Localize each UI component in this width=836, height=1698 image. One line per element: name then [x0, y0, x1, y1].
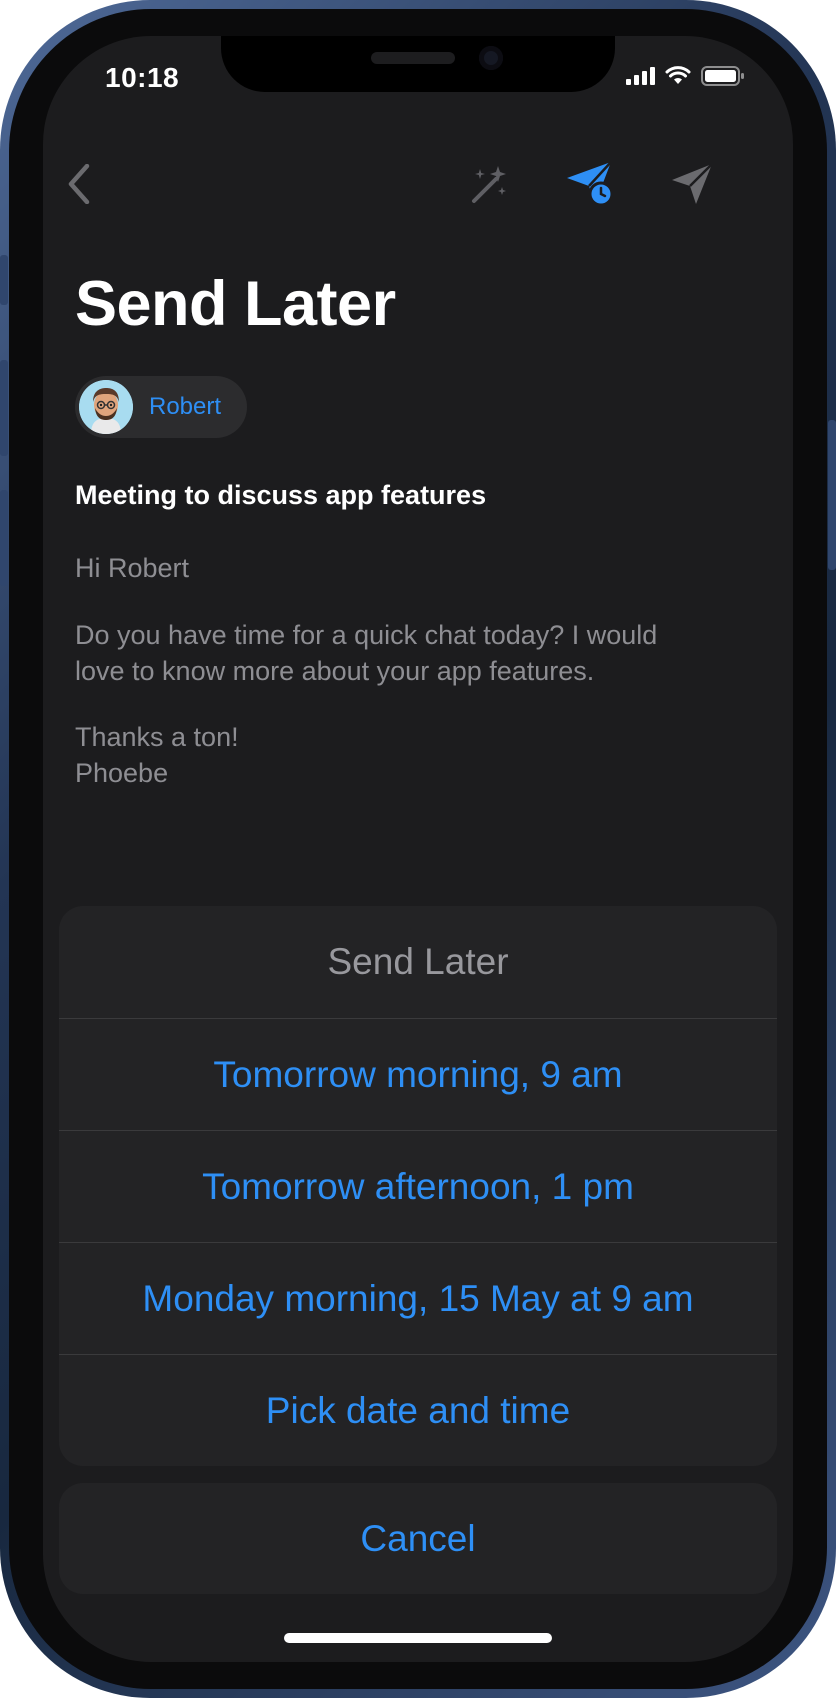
- cancel-button[interactable]: Cancel: [59, 1483, 777, 1594]
- paperplane-clock-icon: [567, 161, 614, 207]
- status-time: 10:18: [105, 62, 180, 93]
- cellular-signal-icon: [626, 67, 655, 85]
- chevron-left-icon: [68, 164, 90, 204]
- email-body-line-1[interactable]: Do you have time for a quick chat today?…: [75, 617, 765, 653]
- option-tomorrow-afternoon[interactable]: Tomorrow afternoon, 1 pm: [59, 1130, 777, 1242]
- home-indicator[interactable]: [284, 1633, 552, 1643]
- email-body-line-2[interactable]: love to know more about your app feature…: [75, 653, 765, 689]
- paperplane-icon: [672, 163, 713, 204]
- recipient-chip[interactable]: Robert: [75, 376, 247, 438]
- memoji-avatar-icon: [79, 380, 133, 434]
- side-button-volume-up: [0, 360, 8, 456]
- sparkles-icon: [472, 166, 506, 203]
- email-signoff[interactable]: Thanks a ton!: [75, 719, 765, 755]
- action-sheet-title: Send Later: [327, 941, 509, 982]
- avatar: [79, 380, 133, 434]
- option-monday-morning[interactable]: Monday morning, 15 May at 9 am: [59, 1242, 777, 1354]
- email-signature[interactable]: Phoebe: [75, 755, 765, 791]
- battery-icon: [701, 66, 744, 86]
- side-button-silent: [0, 255, 8, 305]
- camera: [479, 46, 503, 70]
- notch: [221, 36, 615, 92]
- side-button-power: [828, 420, 836, 570]
- speaker: [371, 52, 455, 64]
- page-title: Send Later: [75, 269, 396, 339]
- status-icons: [626, 66, 745, 86]
- wifi-icon: [665, 66, 691, 84]
- send-button[interactable]: [667, 160, 717, 208]
- option-pick-date-time[interactable]: Pick date and time: [59, 1354, 777, 1466]
- send-later-action-sheet: Send Later Tomorrow morning, 9 am Tomorr…: [59, 906, 777, 1466]
- recipient-name: Robert: [149, 393, 222, 420]
- screen: 10:18 Send Later Robert Meeting to discu…: [43, 36, 793, 1662]
- email-greeting[interactable]: Hi Robert: [75, 550, 765, 586]
- side-button-volume-down: [0, 490, 8, 586]
- option-tomorrow-morning[interactable]: Tomorrow morning, 9 am: [59, 1018, 777, 1130]
- back-button[interactable]: [61, 158, 97, 210]
- schedule-send-button[interactable]: [563, 158, 619, 210]
- magic-button[interactable]: [465, 160, 513, 208]
- email-subject[interactable]: Meeting to discuss app features: [75, 480, 486, 511]
- device-frame: 10:18 Send Later Robert Meeting to discu…: [0, 0, 836, 1698]
